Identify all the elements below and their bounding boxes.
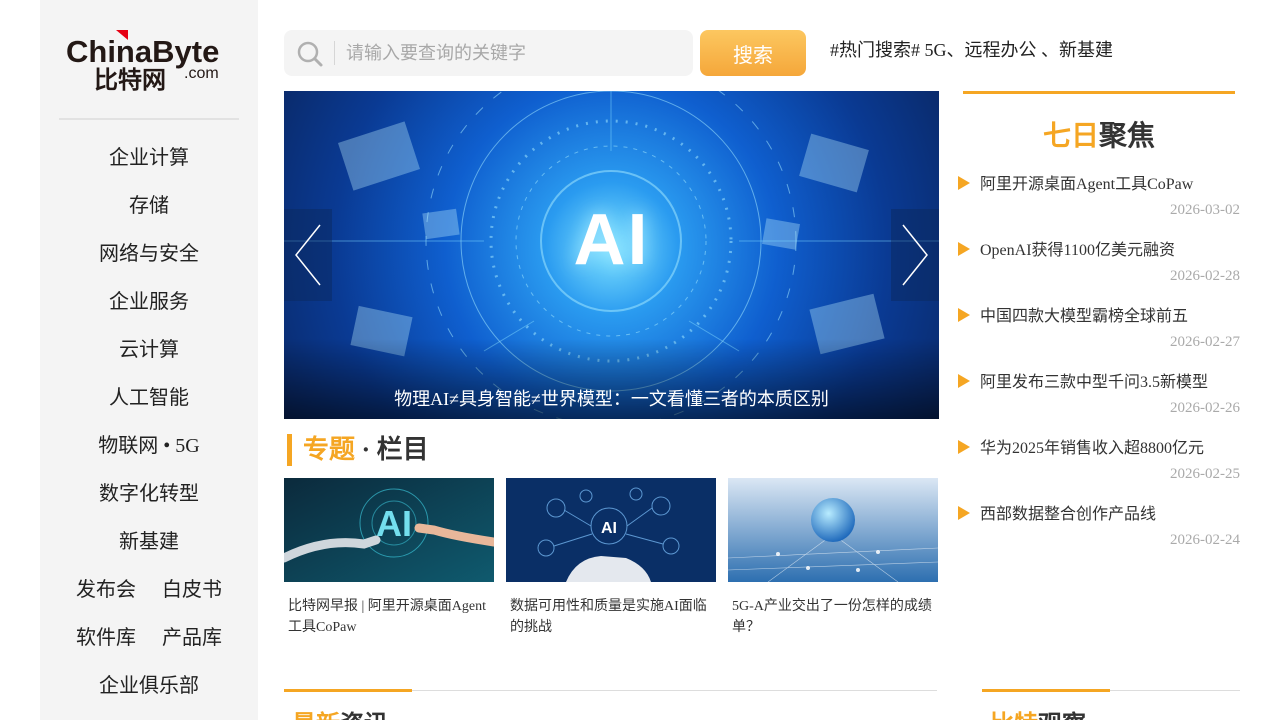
logo-suffix: .com bbox=[184, 65, 219, 82]
search-box bbox=[284, 30, 693, 76]
banner-caption[interactable]: 物理AI≠具身智能≠世界模型：一文看懂三者的本质区别 bbox=[284, 385, 939, 411]
sidebar: ChinaByte 比特网 .com 企业计算 存储 网络与安全 企业服务 云计… bbox=[40, 0, 258, 720]
topics-accent-bar bbox=[287, 434, 292, 466]
sidebar-row-launch-whitepaper: 发布会 白皮书 bbox=[40, 568, 258, 616]
ai-network-image: AI bbox=[506, 478, 716, 582]
topic-card[interactable]: 5G-A产业交出了一份怎样的成绩单？ bbox=[728, 478, 938, 638]
sidebar-item-enterprise-computing[interactable]: 企业计算 bbox=[40, 136, 258, 184]
banner-carousel[interactable]: AI 物理AI≠具身智能≠世界模型：一文看懂三者的本质区别 bbox=[284, 91, 939, 419]
topics-title-rest: · 栏目 bbox=[355, 435, 429, 464]
sidebar-item-new-infrastructure[interactable]: 新基建 bbox=[40, 520, 258, 568]
focus-item-date: 2026-03-02 bbox=[1170, 202, 1240, 218]
sidebar-item-digital-transformation[interactable]: 数字化转型 bbox=[40, 472, 258, 520]
view-title-highlight: 比特 bbox=[990, 712, 1038, 720]
focus-title: 七日聚焦 bbox=[963, 114, 1235, 154]
focus-top-rule bbox=[963, 91, 1235, 94]
hot-search-text[interactable]: #热门搜索# 5G、远程办公 、新基建 bbox=[830, 36, 1113, 62]
search-icon[interactable] bbox=[296, 40, 324, 68]
sidebar-item-network-security[interactable]: 网络与安全 bbox=[40, 232, 258, 280]
focus-item[interactable]: 阿里开源桌面Agent工具CoPaw 2026-03-02 bbox=[958, 168, 1240, 234]
triangle-right-icon bbox=[958, 440, 970, 454]
focus-item-title[interactable]: 阿里发布三款中型千问3.5新模型 bbox=[980, 368, 1208, 392]
focus-item-title[interactable]: 华为2025年销售收入超8800亿元 bbox=[980, 434, 1204, 458]
focus-item-date: 2026-02-28 bbox=[1170, 268, 1240, 284]
logo-line2: 比特网 bbox=[94, 66, 166, 92]
sidebar-item-whitepaper[interactable]: 白皮书 bbox=[162, 568, 222, 616]
focus-list: 阿里开源桌面Agent工具CoPaw 2026-03-02 OpenAI获得11… bbox=[958, 168, 1240, 564]
topic-card[interactable]: AI 数据可用性和质量是实施AI面临的挑战 bbox=[506, 478, 716, 638]
focus-item[interactable]: 阿里发布三款中型千问3.5新模型 2026-02-26 bbox=[958, 366, 1240, 432]
focus-item[interactable]: 西部数据整合创作产品线 2026-02-24 bbox=[958, 498, 1240, 564]
sidebar-item-enterprise-services[interactable]: 企业服务 bbox=[40, 280, 258, 328]
triangle-right-icon bbox=[958, 506, 970, 520]
banner-next-button[interactable] bbox=[891, 209, 939, 301]
chinabyte-logo[interactable]: ChinaByte 比特网 .com bbox=[66, 28, 236, 94]
topic-cards: AI 比特网早报 | 阿里开源桌面Agent工具CoPaw AI 数据可用性和质… bbox=[284, 478, 938, 648]
topic-card-title[interactable]: 5G-A产业交出了一份怎样的成绩单？ bbox=[728, 596, 938, 638]
sidebar-nav: 企业计算 存储 网络与安全 企业服务 云计算 人工智能 物联网 • 5G 数字化… bbox=[40, 136, 258, 712]
topics-title-highlight: 专题 bbox=[303, 435, 356, 464]
focus-item-date: 2026-02-24 bbox=[1170, 532, 1240, 548]
view-section-accent bbox=[982, 689, 1110, 692]
sidebar-item-launch-event[interactable]: 发布会 bbox=[76, 568, 136, 616]
topic-card-image bbox=[728, 478, 938, 582]
focus-title-highlight: 七日 bbox=[1042, 121, 1099, 152]
triangle-right-icon bbox=[958, 176, 970, 190]
triangle-right-icon bbox=[958, 308, 970, 322]
sidebar-item-storage[interactable]: 存储 bbox=[40, 184, 258, 232]
sidebar-row-software-products: 软件库 产品库 bbox=[40, 616, 258, 664]
robot-hand-ai-image: AI bbox=[284, 478, 494, 582]
topic-card[interactable]: AI 比特网早报 | 阿里开源桌面Agent工具CoPaw bbox=[284, 478, 494, 638]
chevron-right-icon bbox=[902, 224, 928, 286]
topic-card-image: AI bbox=[284, 478, 494, 582]
search-separator bbox=[334, 41, 335, 65]
sidebar-item-iot-5g[interactable]: 物联网 • 5G bbox=[40, 424, 258, 472]
search-button[interactable]: 搜索 bbox=[700, 30, 806, 76]
view-title-rest: 观察 bbox=[1038, 712, 1086, 720]
focus-item-title[interactable]: OpenAI获得1100亿美元融资 bbox=[980, 236, 1175, 260]
sidebar-item-cloud-computing[interactable]: 云计算 bbox=[40, 328, 258, 376]
focus-item-title[interactable]: 阿里开源桌面Agent工具CoPaw bbox=[980, 170, 1193, 194]
latest-section-title: 最新资讯 bbox=[292, 704, 388, 720]
sidebar-item-enterprise-club[interactable]: 企业俱乐部 bbox=[40, 664, 258, 712]
focus-item-date: 2026-02-27 bbox=[1170, 334, 1240, 350]
focus-item[interactable]: OpenAI获得1100亿美元融资 2026-02-28 bbox=[958, 234, 1240, 300]
sidebar-item-ai[interactable]: 人工智能 bbox=[40, 376, 258, 424]
topic-card-title[interactable]: 数据可用性和质量是实施AI面临的挑战 bbox=[506, 596, 716, 638]
focus-item-title[interactable]: 中国四款大模型霸榜全球前五 bbox=[980, 302, 1188, 326]
sidebar-item-product-library[interactable]: 产品库 bbox=[162, 616, 222, 664]
topic-card-image: AI bbox=[506, 478, 716, 582]
triangle-right-icon bbox=[958, 242, 970, 256]
topics-title: 专题 · 栏目 bbox=[303, 434, 429, 466]
search-input[interactable] bbox=[346, 36, 676, 70]
latest-title-rest: 资讯 bbox=[340, 712, 388, 720]
focus-title-rest: 聚焦 bbox=[1099, 121, 1156, 152]
latest-section-accent bbox=[284, 689, 412, 692]
focus-item-date: 2026-02-25 bbox=[1170, 466, 1240, 482]
focus-item-title[interactable]: 西部数据整合创作产品线 bbox=[980, 500, 1156, 524]
sidebar-divider bbox=[59, 118, 239, 120]
focus-item[interactable]: 中国四款大模型霸榜全球前五 2026-02-27 bbox=[958, 300, 1240, 366]
card-image-text: AI bbox=[376, 503, 412, 544]
latest-title-highlight: 最新 bbox=[292, 712, 340, 720]
card-image-text: AI bbox=[601, 520, 617, 537]
logo-graphic: ChinaByte 比特网 .com bbox=[66, 30, 219, 94]
globe-network-image bbox=[728, 478, 938, 582]
triangle-right-icon bbox=[958, 374, 970, 388]
view-section-title: 比特观察 bbox=[990, 704, 1086, 720]
topic-card-title[interactable]: 比特网早报 | 阿里开源桌面Agent工具CoPaw bbox=[284, 596, 494, 638]
banner-ai-text: AI bbox=[573, 200, 650, 280]
focus-item-date: 2026-02-26 bbox=[1170, 400, 1240, 416]
banner-prev-button[interactable] bbox=[284, 209, 332, 301]
logo-line1: ChinaByte bbox=[66, 34, 219, 69]
chevron-left-icon bbox=[295, 224, 321, 286]
focus-item[interactable]: 华为2025年销售收入超8800亿元 2026-02-25 bbox=[958, 432, 1240, 498]
sidebar-item-software-library[interactable]: 软件库 bbox=[76, 616, 136, 664]
